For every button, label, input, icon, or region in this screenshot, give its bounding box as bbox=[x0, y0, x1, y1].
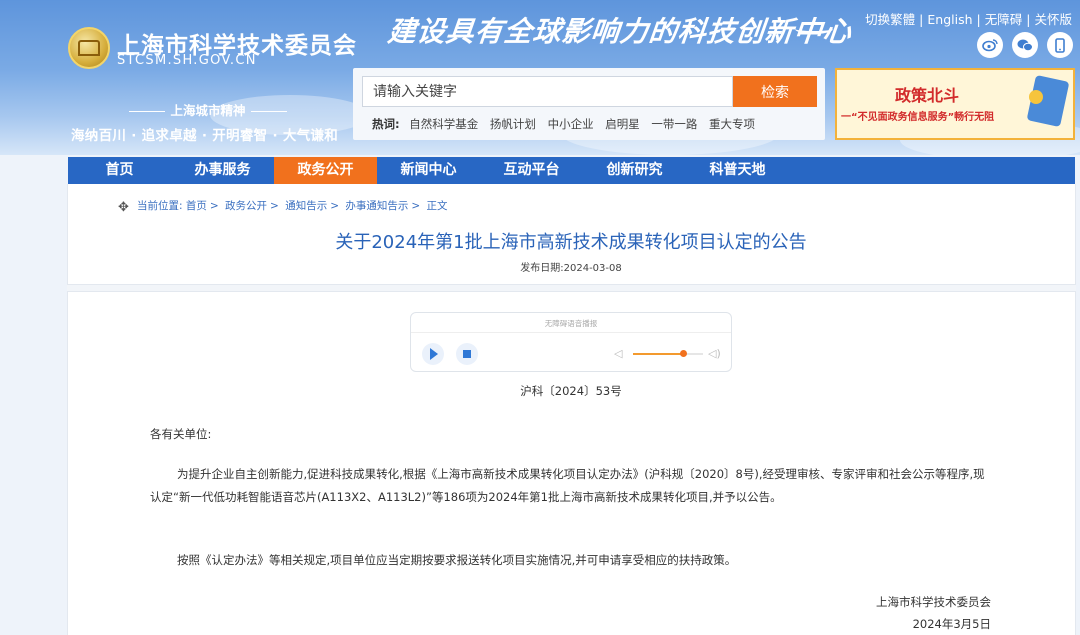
divider bbox=[67, 284, 1076, 292]
search-input[interactable] bbox=[362, 76, 733, 107]
emblem-icon[interactable] bbox=[68, 27, 110, 69]
banner-title: 政策北斗 bbox=[895, 86, 960, 105]
hot-word[interactable]: 重大专项 bbox=[709, 117, 755, 131]
link-accessibility[interactable]: 无障碍 bbox=[985, 12, 1023, 27]
signature-org: 上海市科学技术委员会 bbox=[876, 595, 991, 609]
breadcrumb: ✥ 当前位置: 首页 > 政务公开 > 通知告示 > 办事通知告示 > 正文 bbox=[118, 200, 448, 215]
hot-word[interactable]: 扬帆计划 bbox=[490, 117, 536, 131]
hot-words-label: 热词: bbox=[372, 117, 400, 131]
decor-dot bbox=[1029, 90, 1043, 104]
volume-low-icon: ◁ bbox=[614, 347, 623, 360]
document-number: 沪科〔2024〕53号 bbox=[520, 384, 622, 398]
mobile-icon[interactable] bbox=[1047, 32, 1073, 58]
nav-research[interactable]: 创新研究 bbox=[583, 157, 686, 184]
weibo-icon[interactable] bbox=[977, 32, 1003, 58]
slogan: 建设具有全球影响力的科技创新中心 bbox=[386, 15, 854, 48]
hot-words: 热词: 自然科学基金 扬帆计划 中小企业 启明星 一带一路 重大专项 bbox=[372, 116, 763, 132]
article-title: 关于2024年第1批上海市高新技术成果转化项目认定的公告 bbox=[335, 232, 807, 253]
volume-knob[interactable] bbox=[680, 350, 688, 357]
volume-high-icon: ◁) bbox=[708, 347, 721, 360]
breadcrumb-label: 当前位置: bbox=[137, 200, 183, 212]
nav-interaction[interactable]: 互动平台 bbox=[480, 157, 583, 184]
hot-word[interactable]: 自然科学基金 bbox=[409, 117, 478, 131]
player-label: 无障碍语音播报 bbox=[544, 319, 598, 328]
publish-date: 发布日期:2024-03-08 bbox=[520, 263, 622, 274]
salutation: 各有关单位: bbox=[150, 427, 212, 441]
paragraph: 为提升企业自主创新能力,促进科技成果转化,根据《上海市高新技术成果转化项目认定办… bbox=[150, 467, 985, 504]
hot-word[interactable]: 中小企业 bbox=[548, 117, 594, 131]
volume-slider[interactable] bbox=[633, 350, 703, 357]
city-spirit-text: 海纳百川 · 追求卓越 · 开明睿智 · 大气谦和 bbox=[71, 128, 339, 144]
nav-news[interactable]: 新闻中心 bbox=[377, 157, 480, 184]
audio-player: 无障碍语音播报 ◁ ◁) bbox=[410, 312, 732, 372]
breadcrumb-service-notices[interactable]: 办事通知告示 bbox=[345, 200, 408, 212]
play-button[interactable] bbox=[422, 343, 444, 365]
breadcrumb-notices[interactable]: 通知告示 bbox=[285, 200, 327, 212]
slogan-swoosh bbox=[795, 24, 833, 34]
site-domain: STCSM.SH.GOV.CN bbox=[117, 53, 257, 68]
nav-gov-affairs[interactable]: 政务公开 bbox=[274, 157, 377, 184]
city-spirit-title: 上海城市精神 bbox=[118, 100, 298, 119]
wechat-icon[interactable] bbox=[1012, 32, 1038, 58]
banner-subtitle: 一“不见面政务信息服务”畅行无阻 bbox=[841, 112, 995, 123]
nav-services[interactable]: 办事服务 bbox=[171, 157, 274, 184]
stop-button[interactable] bbox=[456, 343, 478, 365]
signature-date: 2024年3月5日 bbox=[912, 617, 991, 631]
breadcrumb-current[interactable]: 正文 bbox=[427, 200, 448, 212]
paragraph: 按照《认定办法》等相关规定,项目单位应当定期按要求报送转化项目实施情况,并可申请… bbox=[177, 553, 737, 567]
hot-word[interactable]: 一带一路 bbox=[651, 117, 697, 131]
search-button[interactable]: 检索 bbox=[733, 76, 817, 107]
nav-science-pop[interactable]: 科普天地 bbox=[686, 157, 789, 184]
main-nav: 首页 办事服务 政务公开 新闻中心 互动平台 创新研究 科普天地 bbox=[68, 157, 1075, 184]
location-icon: ✥ bbox=[118, 200, 129, 215]
policy-banner[interactable]: 政策北斗 一“不见面政务信息服务”畅行无阻 bbox=[835, 68, 1075, 140]
breadcrumb-gov-affairs[interactable]: 政务公开 bbox=[225, 200, 267, 212]
breadcrumb-home[interactable]: 首页 bbox=[186, 200, 207, 212]
top-links: 切换繁體 | English | 无障碍 | 关怀版 bbox=[865, 12, 1072, 27]
link-english[interactable]: English bbox=[927, 12, 972, 27]
nav-home[interactable]: 首页 bbox=[68, 157, 171, 184]
link-care-mode[interactable]: 关怀版 bbox=[1034, 12, 1072, 27]
link-traditional[interactable]: 切换繁體 bbox=[865, 12, 915, 27]
hot-word[interactable]: 启明星 bbox=[605, 117, 640, 131]
